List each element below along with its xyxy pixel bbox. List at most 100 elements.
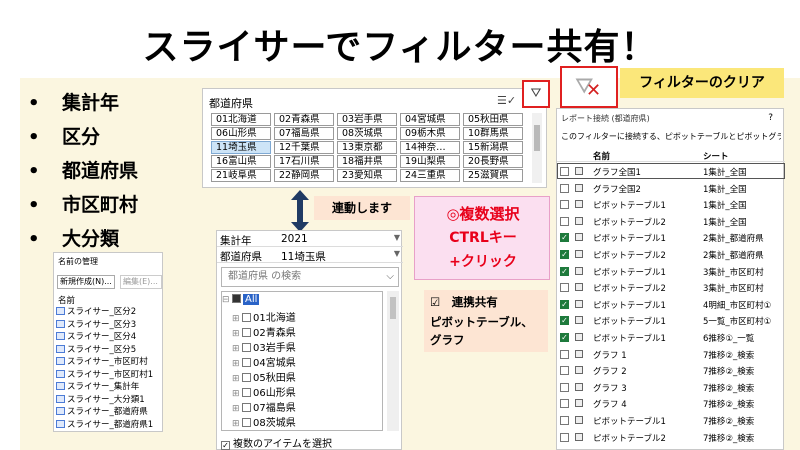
chevron-down-icon[interactable]: ⌵	[386, 268, 394, 286]
report-row[interactable]: ✓ ピボットテーブル2 2集計_都道府県	[557, 246, 785, 262]
tree-item-all[interactable]: ⊟ All	[222, 294, 260, 308]
report-row[interactable]: グラフ 1 7推移②_検索	[557, 346, 785, 362]
checkbox-icon[interactable]	[232, 294, 241, 303]
slicer-item[interactable]: 11埼玉県	[211, 141, 271, 154]
new-name-button[interactable]: 新規作成(N)...	[57, 275, 115, 289]
dropdown-icon[interactable]: ▼	[394, 249, 400, 258]
tree-scrollbar[interactable]	[387, 291, 399, 431]
collapse-icon[interactable]: ⊟	[222, 295, 232, 305]
checkbox-icon[interactable]: ✓	[560, 250, 569, 259]
expand-icon[interactable]: ⊞	[232, 419, 242, 429]
checkbox-icon[interactable]	[560, 283, 569, 293]
slicer-item[interactable]: 10群馬県	[463, 127, 523, 140]
checkbox-icon[interactable]: ✓	[560, 316, 569, 326]
name-list-item[interactable]: スライサー_市区町村1	[56, 368, 153, 380]
name-list-item[interactable]: スライサー_市区町村	[56, 355, 148, 367]
expand-icon[interactable]: ⊞	[232, 329, 242, 339]
expand-icon[interactable]: ⊞	[232, 344, 242, 354]
tree-item[interactable]: ⊞ 06山形県	[232, 384, 296, 399]
checkbox-icon[interactable]	[242, 343, 251, 352]
expand-icon[interactable]: ⊞	[232, 404, 242, 414]
multiselect-icon[interactable]: ☰✓	[497, 94, 516, 107]
report-row[interactable]: ✓ ピボットテーブル1 3集計_市区町村	[557, 263, 785, 279]
tree-item[interactable]: ⊞ 03岩手県	[232, 339, 296, 354]
checkbox-icon[interactable]	[560, 366, 569, 376]
checkbox-icon[interactable]	[242, 388, 251, 397]
checkbox-icon[interactable]	[560, 167, 569, 176]
checkbox-icon[interactable]	[242, 403, 251, 412]
slicer-item[interactable]: 02青森県	[274, 113, 334, 126]
slicer-item[interactable]: 14神奈…	[400, 141, 460, 154]
edit-name-button[interactable]: 編集(E)...	[120, 275, 162, 289]
report-row[interactable]: ピボットテーブル2 1集計_全国	[557, 213, 785, 229]
clear-filter-icon[interactable]: ⛛	[522, 80, 550, 108]
report-row[interactable]: ピボットテーブル2 3集計_市区町村	[557, 279, 785, 295]
report-row[interactable]: グラフ 2 7推移②_検索	[557, 362, 785, 378]
slicer-scrollbar[interactable]	[532, 113, 542, 183]
checkbox-icon[interactable]	[242, 418, 251, 427]
report-row[interactable]: ピボットテーブル2 7推移②_検索	[557, 429, 785, 445]
report-row[interactable]: ✓ ピボットテーブル1 2集計_都道府県	[557, 229, 785, 245]
slicer-item[interactable]: 09栃木県	[400, 127, 460, 140]
checkbox-icon[interactable]	[560, 200, 569, 210]
name-list-item[interactable]: スライサー_大分類1	[56, 393, 145, 405]
slicer-item[interactable]: 15新潟県	[463, 141, 523, 154]
name-list-item[interactable]: スライサー_集計年	[56, 380, 139, 392]
checkbox-icon[interactable]	[560, 349, 569, 359]
checkbox-icon[interactable]: ✓	[560, 299, 569, 309]
report-row[interactable]: ピボットテーブル1 7推移②_検索	[557, 412, 785, 428]
checkbox-icon[interactable]	[242, 313, 251, 322]
report-row[interactable]: ✓ ピボットテーブル1 6推移①_一覧	[557, 329, 785, 345]
slicer-item[interactable]: 13東京都	[337, 141, 397, 154]
checkbox-icon[interactable]: ✓	[560, 266, 569, 276]
multi-select-checkbox[interactable]: ✓ 複数のアイテムを選択	[221, 435, 332, 450]
tree-item[interactable]: ⊞ 02青森県	[232, 324, 296, 339]
name-list-item[interactable]: スライサー_区分5	[56, 343, 136, 355]
report-row[interactable]: グラフ 3 7推移②_検索	[557, 379, 785, 395]
expand-icon[interactable]: ⊞	[232, 314, 242, 324]
name-list-item[interactable]: スライサー_区分3	[56, 318, 136, 330]
report-row[interactable]: ✓ ピボットテーブル1 5一覧_市区町村①	[557, 312, 785, 328]
tree-item[interactable]: ⊞ 05秋田県	[232, 369, 296, 384]
slicer-item[interactable]: 24三重県	[400, 169, 460, 182]
checkbox-icon[interactable]	[560, 183, 569, 193]
filter-row-year[interactable]: 集計年 2021 ▼	[217, 231, 403, 247]
report-row[interactable]: グラフ全国1 1集計_全国	[557, 163, 785, 179]
checkbox-icon[interactable]	[560, 216, 569, 226]
tree-item[interactable]: ⊞ 07福島県	[232, 399, 296, 414]
name-list-item[interactable]: スライサー_都道府県1	[56, 418, 153, 430]
checkbox-icon[interactable]: ✓	[560, 233, 569, 243]
report-row[interactable]: グラフ 4 7推移②_検索	[557, 395, 785, 411]
slicer-item[interactable]: 12千葉県	[274, 141, 334, 154]
tree-item[interactable]: ⊞ 04宮城県	[232, 354, 296, 369]
dropdown-icon[interactable]: ▼	[394, 233, 400, 242]
slicer-item[interactable]: 04宮城県	[400, 113, 460, 126]
report-row[interactable]: グラフ全国2 1集計_全国	[557, 180, 785, 196]
tree-item[interactable]: ⊞ 08茨城県	[232, 414, 296, 429]
filter-row-prefecture[interactable]: 都道府県 11埼玉県 ▼	[217, 247, 403, 263]
slicer-item[interactable]: 23愛知県	[337, 169, 397, 182]
checkbox-icon[interactable]	[242, 358, 251, 367]
tree-item[interactable]: ⊞ 01北海道	[232, 309, 296, 324]
slicer-item[interactable]: 25滋賀県	[463, 169, 523, 182]
slicer-item[interactable]: 22静岡県	[274, 169, 334, 182]
expand-icon[interactable]: ⊞	[232, 359, 242, 369]
slicer-item[interactable]: 08茨城県	[337, 127, 397, 140]
slicer-item[interactable]: 18福井県	[337, 155, 397, 168]
checkbox-icon[interactable]	[242, 328, 251, 337]
slicer-item[interactable]: 05秋田県	[463, 113, 523, 126]
checkbox-icon[interactable]	[560, 416, 569, 425]
checkbox-icon[interactable]	[560, 432, 569, 442]
slicer-item[interactable]: 03岩手県	[337, 113, 397, 126]
slicer-item[interactable]: 01北海道	[211, 113, 271, 126]
expand-icon[interactable]: ⊞	[232, 389, 242, 399]
expand-icon[interactable]: ⊞	[232, 374, 242, 384]
name-list-item[interactable]: スライサー_区分4	[56, 330, 136, 342]
prefecture-search-input[interactable]: 都道府県 の検索 ⌵	[221, 267, 399, 287]
slicer-item[interactable]: 21岐阜県	[211, 169, 271, 182]
checkbox-icon[interactable]: ✓	[560, 333, 569, 342]
report-row[interactable]: ピボットテーブル1 1集計_全国	[557, 196, 785, 212]
slicer-item[interactable]: 06山形県	[211, 127, 271, 140]
name-list-item[interactable]: スライサー_都道府県	[56, 405, 148, 417]
help-icon[interactable]: ?	[768, 113, 773, 123]
